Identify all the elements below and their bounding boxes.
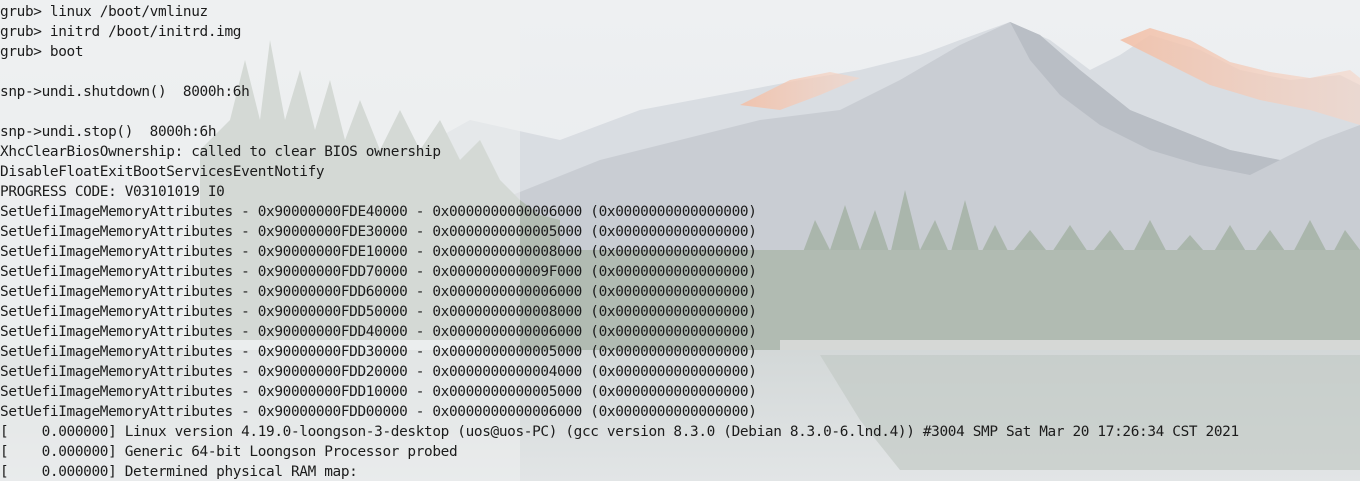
console-line: grub> initrd /boot/initrd.img xyxy=(0,24,242,40)
console-line: SetUefiImageMemoryAttributes - 0x9000000… xyxy=(0,344,757,360)
console-line: PROGRESS CODE: V03101019 I0 xyxy=(0,184,225,200)
console-line: SetUefiImageMemoryAttributes - 0x9000000… xyxy=(0,224,757,240)
console-line: snp->undi.stop() 8000h:6h xyxy=(0,124,217,140)
console-line: SetUefiImageMemoryAttributes - 0x9000000… xyxy=(0,304,757,320)
console-line: SetUefiImageMemoryAttributes - 0x9000000… xyxy=(0,284,757,300)
console-line: [ 0.000000] Linux version 4.19.0-loongso… xyxy=(0,424,1239,440)
console-line: SetUefiImageMemoryAttributes - 0x9000000… xyxy=(0,324,757,340)
console-line: [ 0.000000] Determined physical RAM map: xyxy=(0,464,358,480)
console-line: DisableFloatExitBootServicesEventNotify xyxy=(0,164,325,180)
console-line: SetUefiImageMemoryAttributes - 0x9000000… xyxy=(0,404,757,420)
boot-console-output: grub> linux /boot/vmlinuz grub> initrd /b… xyxy=(0,2,1239,481)
console-line: [ 0.000000] Generic 64-bit Loongson Proc… xyxy=(0,444,458,460)
console-line: snp->undi.shutdown() 8000h:6h xyxy=(0,84,250,100)
console-line: SetUefiImageMemoryAttributes - 0x9000000… xyxy=(0,264,757,280)
console-line: SetUefiImageMemoryAttributes - 0x9000000… xyxy=(0,204,757,220)
console-line: grub> linux /boot/vmlinuz xyxy=(0,4,208,20)
console-line: SetUefiImageMemoryAttributes - 0x9000000… xyxy=(0,244,757,260)
console-line: XhcClearBiosOwnership: called to clear B… xyxy=(0,144,441,160)
console-line: SetUefiImageMemoryAttributes - 0x9000000… xyxy=(0,384,757,400)
console-line: SetUefiImageMemoryAttributes - 0x9000000… xyxy=(0,364,757,380)
console-line: grub> boot xyxy=(0,44,84,60)
